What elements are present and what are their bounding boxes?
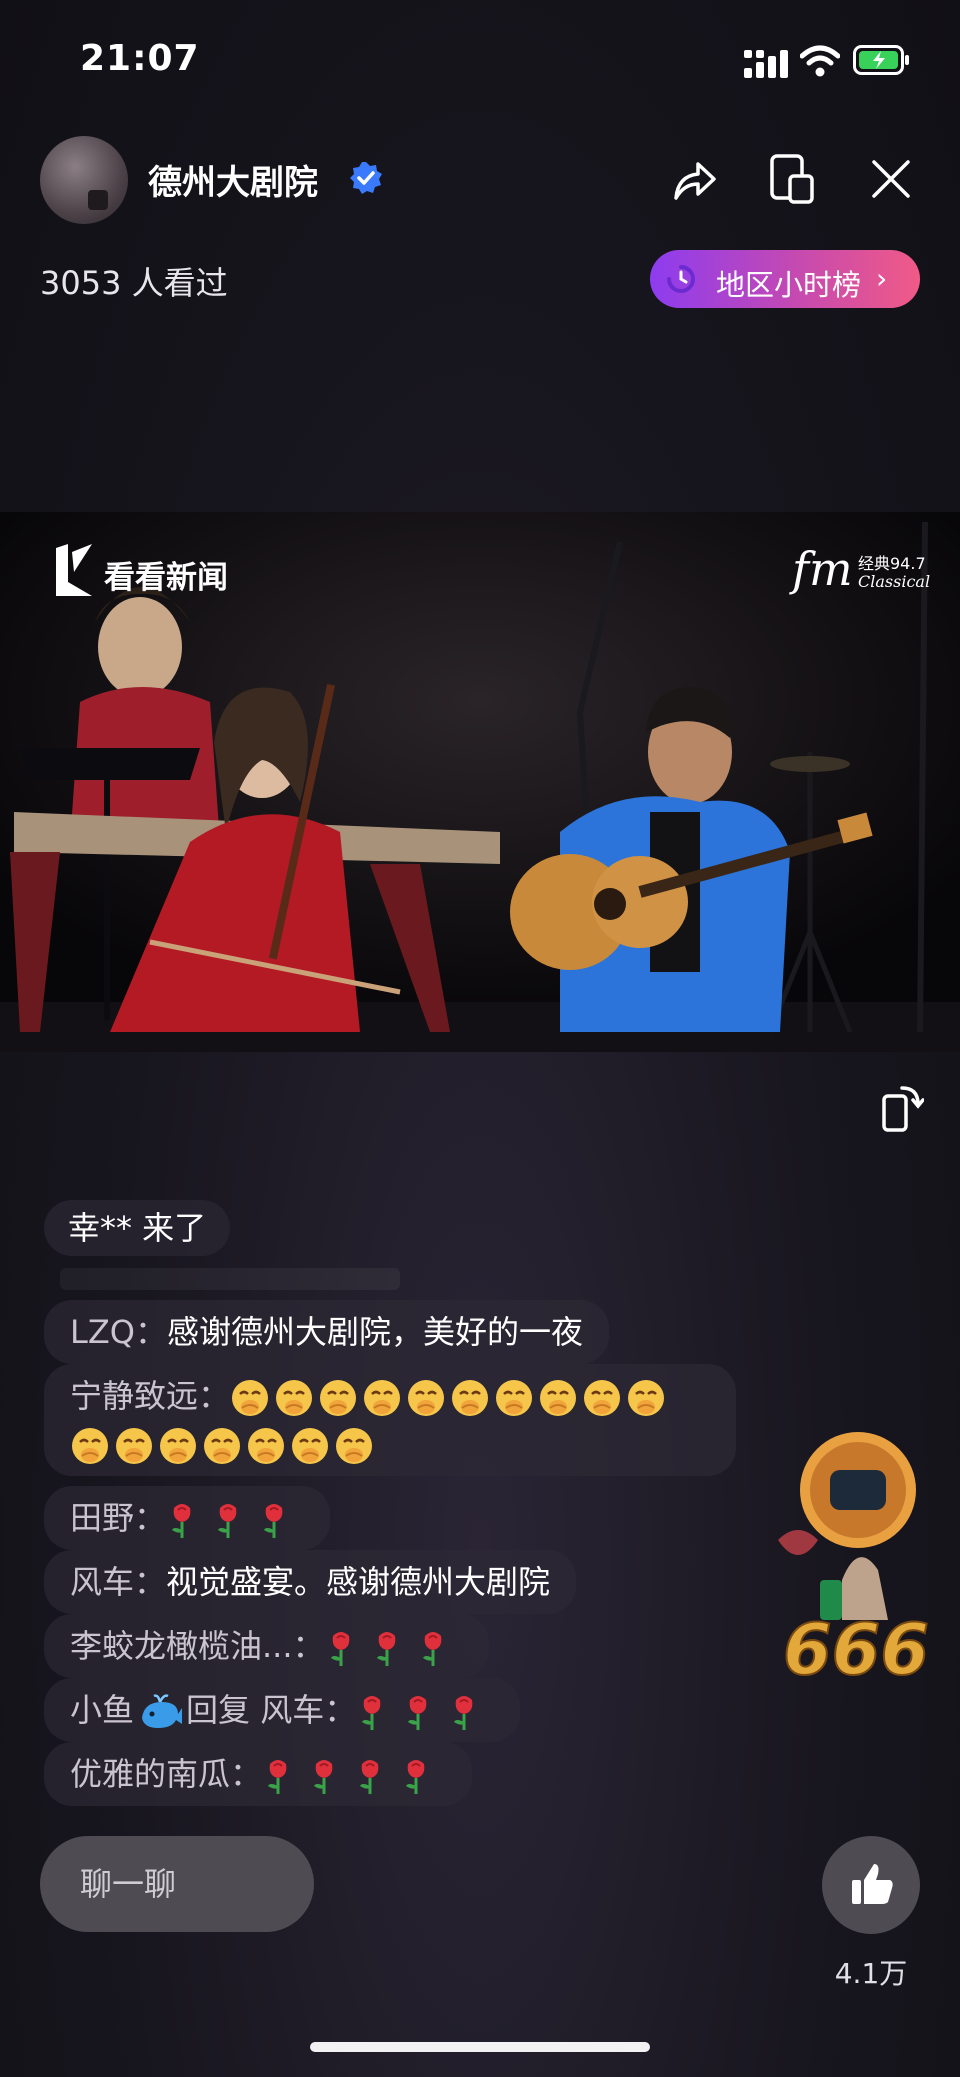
shushing-face-emoji-icon [452, 1380, 489, 1416]
chevron-right-icon: › [876, 262, 888, 295]
reply-label: 回复 [186, 1691, 251, 1729]
rose-emoji-icon [376, 1632, 395, 1666]
rose-emoji-icon [454, 1696, 473, 1730]
chat-message: LZQ：感谢德州大剧院，美好的一夜 [44, 1300, 609, 1364]
emoji-group [262, 1755, 446, 1794]
whale-icon [142, 1694, 183, 1728]
live-video[interactable]: 看看新闻 fm 经典94.7 Classical [0, 512, 960, 1052]
wifi-icon [800, 45, 840, 77]
emoji-group [325, 1627, 463, 1666]
rose-emoji-icon [218, 1504, 237, 1538]
status-bar: 21:07 [0, 0, 960, 120]
chat-message: 田野： [44, 1486, 331, 1550]
chat-username[interactable]: 风车 [70, 1563, 134, 1601]
shushing-face-emoji-icon [584, 1380, 621, 1416]
chat-message: 风车：视觉盛宴。感谢德州大剧院 [44, 1550, 577, 1614]
shushing-face-emoji-icon [496, 1380, 533, 1416]
rose-emoji-icon [330, 1632, 349, 1666]
rank-label: 地区小时榜 [716, 268, 862, 302]
chat-username[interactable]: 宁静致远 [70, 1377, 198, 1415]
battery-icon [853, 45, 909, 75]
status-time: 21:07 [80, 38, 200, 79]
shushing-face-emoji-icon [292, 1428, 328, 1464]
rose-emoji-icon [360, 1760, 379, 1794]
rose-emoji-icon [264, 1504, 283, 1538]
shushing-face-emoji-icon [204, 1428, 240, 1464]
shushing-face-emoji-icon [248, 1428, 284, 1464]
signal-icon [744, 50, 788, 78]
shushing-face-emoji-icon [72, 1428, 108, 1464]
rotate-screen-icon[interactable] [880, 1082, 924, 1134]
shushing-face-emoji-icon [540, 1380, 577, 1416]
shushing-face-emoji-icon [320, 1380, 357, 1416]
shushing-face-emoji-icon [628, 1380, 665, 1416]
rose-emoji-icon [172, 1504, 191, 1538]
viewer-count: 3053 人看过 [40, 264, 228, 302]
rank-clock-icon [667, 265, 695, 293]
shushing-face-emoji-icon [116, 1428, 152, 1464]
chat-username[interactable]: 优雅的南瓜 [70, 1755, 230, 1793]
emoji-group [356, 1691, 494, 1730]
faded-message [60, 1268, 400, 1290]
rose-emoji-icon [362, 1696, 381, 1730]
regional-hourly-rank-button[interactable]: 地区小时榜 › [650, 250, 920, 308]
rose-emoji-icon [408, 1696, 427, 1730]
chat-message: 宁静致远： [44, 1364, 736, 1476]
chat-message: 小鱼 回复 风车： [44, 1678, 521, 1742]
verified-icon [350, 162, 382, 194]
chat-message: 优雅的南瓜： [44, 1742, 473, 1806]
rose-emoji-icon [268, 1760, 287, 1794]
shushing-face-emoji-icon [336, 1428, 372, 1464]
chat-input[interactable]: 聊一聊 [40, 1836, 314, 1932]
kankan-logo-icon [56, 544, 92, 596]
shushing-face-emoji-icon [364, 1380, 401, 1416]
shushing-face-emoji-icon [408, 1380, 445, 1416]
like-button[interactable] [822, 1836, 920, 1934]
shushing-face-emoji-icon [232, 1380, 269, 1416]
rose-emoji-icon [314, 1760, 333, 1794]
close-icon[interactable] [866, 154, 916, 204]
shushing-face-emoji-icon [160, 1428, 196, 1464]
channel-name[interactable]: 德州大剧院 [148, 155, 318, 204]
fm-classical-watermark: fm 经典94.7 Classical [792, 542, 942, 612]
chat-message: 李蛟龙橄榄油...： [44, 1614, 489, 1678]
pip-icon[interactable] [766, 152, 818, 206]
rose-emoji-icon [422, 1632, 441, 1666]
chat-text: 感谢德州大剧院，美好的一夜 [166, 1313, 583, 1351]
home-indicator [310, 2042, 650, 2052]
chat-username[interactable]: 李蛟龙橄榄油... [70, 1627, 293, 1665]
watermark-classical: Classical [858, 572, 931, 591]
like-count: 4.1万 [834, 1957, 908, 1990]
watermark-left-text: 看看新闻 [104, 560, 228, 596]
chat-username[interactable]: 小鱼 [70, 1691, 134, 1729]
channel-avatar[interactable] [40, 136, 128, 224]
thumbs-up-icon [852, 1864, 893, 1904]
emoji-group [166, 1499, 304, 1538]
watermark-frequency: 经典94.7 [858, 554, 926, 573]
chat-username[interactable]: 田野 [70, 1499, 134, 1537]
chat-text: 视觉盛宴。感谢德州大剧院 [166, 1563, 551, 1601]
share-icon[interactable] [668, 154, 720, 206]
gift-666-animation: 666 [778, 1432, 930, 1690]
rose-emoji-icon [406, 1760, 425, 1794]
shushing-face-emoji-icon [276, 1380, 313, 1416]
chat-username[interactable]: LZQ [70, 1313, 135, 1351]
reply-target[interactable]: 风车 [260, 1691, 324, 1729]
gift-666-text: 666 [783, 1609, 929, 1690]
join-notice: 幸** 来了 [44, 1200, 231, 1256]
watermark-fm: fm [792, 542, 853, 596]
